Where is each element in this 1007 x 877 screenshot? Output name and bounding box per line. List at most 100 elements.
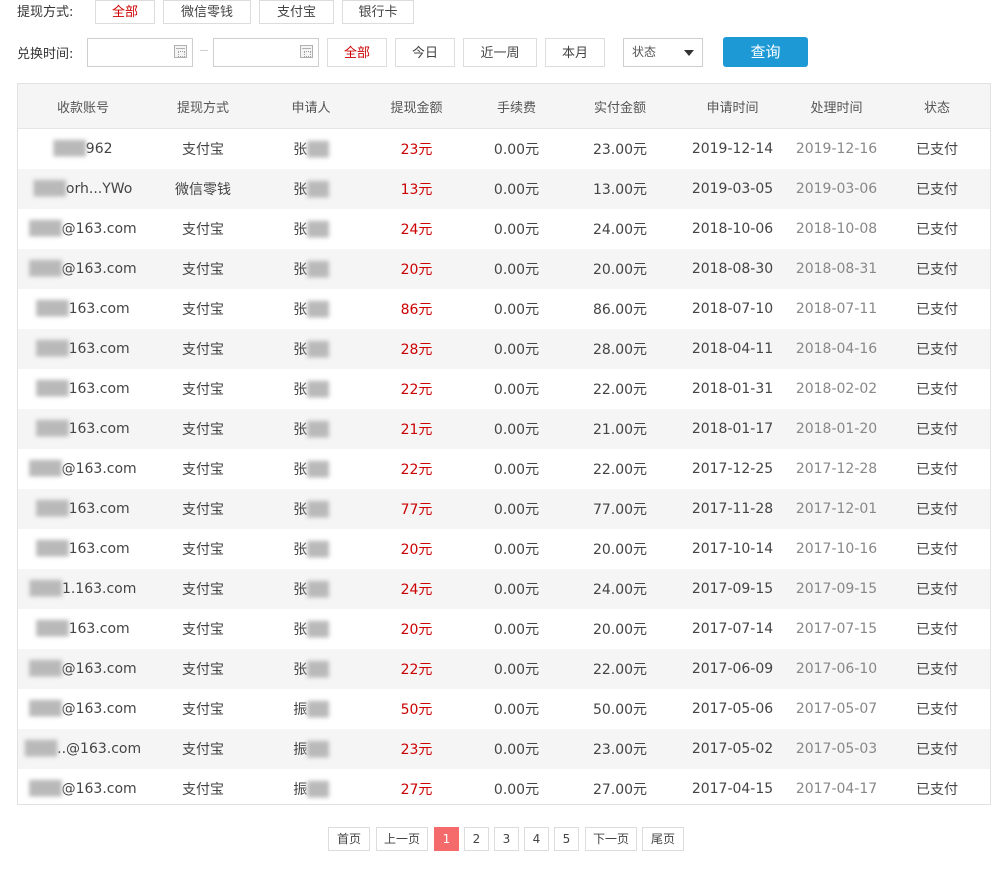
- cell-fee: 0.00元: [469, 729, 564, 769]
- page-1-button[interactable]: 1: [434, 827, 459, 851]
- calendar-icon[interactable]: [300, 45, 313, 58]
- calendar-icon[interactable]: [174, 45, 187, 58]
- cell-method: 微信零钱: [148, 169, 258, 209]
- cell-applicant: 振██: [258, 729, 364, 769]
- masked-text: ██: [307, 662, 329, 678]
- cell-status: 已支付: [884, 569, 990, 609]
- table-row: ███orh...YWo 微信零钱 张██ 13元 0.00元 13.00元 2019-03…: [18, 169, 990, 209]
- method-all-button[interactable]: 全部: [95, 0, 155, 24]
- table-row: ███163.com 支付宝 张██ 86元 0.00元 86.00元 2018-07-10…: [18, 289, 990, 329]
- status-select[interactable]: 状态: [623, 38, 703, 67]
- cell-status: 已支付: [916, 702, 958, 718]
- table-row: ███@163.com 支付宝 振██ 50元 0.00元 50.00元 2017-05-0…: [18, 689, 990, 729]
- cell-method: 支付宝: [182, 142, 224, 158]
- cell-account: ███..@163.com: [18, 729, 148, 769]
- start-date-input[interactable]: [87, 38, 193, 67]
- applicant-visible-text: 张: [293, 542, 308, 558]
- cell-paid: 27.00元: [592, 782, 648, 798]
- masked-text: ██: [307, 542, 329, 558]
- account-visible-text: @163.com: [61, 221, 137, 237]
- applicant-visible-text: 张: [293, 622, 308, 638]
- last-page-button[interactable]: 尾页: [642, 827, 684, 851]
- method-bankcard-button[interactable]: 银行卡: [342, 0, 414, 24]
- masked-text: ██: [307, 582, 329, 598]
- cell-status: 已支付: [884, 249, 990, 289]
- next-page-button[interactable]: 下一页: [585, 827, 637, 851]
- cell-method: 支付宝: [182, 542, 224, 558]
- masked-text: ██: [307, 462, 329, 478]
- account-visible-text: 163.com: [68, 381, 130, 397]
- cell-applicant: 张██: [258, 289, 364, 329]
- cell-paid: 24.00元: [564, 569, 676, 609]
- masked-text: ██: [307, 222, 329, 238]
- cell-amount: 20元: [400, 622, 433, 638]
- applicant-visible-text: 张: [293, 382, 308, 398]
- cell-account: ███163.com: [18, 289, 148, 329]
- method-alipay-button[interactable]: 支付宝: [259, 0, 334, 24]
- cell-amount: 86元: [400, 302, 433, 318]
- table-header-row: 收款账号 提现方式 申请人 提现金额 手续费 实付金额 申请时间 处理时间 状态: [18, 84, 990, 129]
- cell-status: 已支付: [884, 649, 990, 689]
- cell-applicant: 张██: [258, 129, 364, 170]
- cell-status: 已支付: [916, 542, 958, 558]
- page-2-button[interactable]: 2: [464, 827, 489, 851]
- time-all-button[interactable]: 全部: [327, 38, 387, 67]
- query-button[interactable]: 查询: [723, 37, 808, 67]
- applicant-visible-text: 张: [293, 262, 308, 278]
- table-row: ███..@163.com 支付宝 振██ 23元 0.00元 23.00元 2017-05…: [18, 729, 990, 769]
- page-4-button[interactable]: 4: [524, 827, 549, 851]
- cell-process-time: 2018-08-31: [789, 249, 884, 289]
- cell-process-time: 2017-10-16: [795, 541, 878, 557]
- masked-text: ███: [29, 701, 62, 717]
- cell-process-time: 2017-07-15: [795, 621, 878, 637]
- cell-amount: 13元: [364, 169, 469, 209]
- cell-paid: 21.00元: [564, 409, 676, 449]
- time-today-button[interactable]: 今日: [395, 38, 455, 67]
- cell-apply-time: 2017-04-15: [691, 781, 774, 797]
- cell-status: 已支付: [884, 489, 990, 529]
- masked-text: ██: [307, 702, 329, 718]
- cell-apply-time: 2017-05-02: [676, 729, 789, 769]
- account-visible-text: orh...YWo: [65, 181, 133, 197]
- cell-amount: 22元: [400, 462, 433, 478]
- method-wechat-button[interactable]: 微信零钱: [163, 0, 251, 24]
- cell-fee: 0.00元: [469, 249, 564, 289]
- page-3-button[interactable]: 3: [494, 827, 519, 851]
- cell-status: 已支付: [884, 729, 990, 769]
- table-row: ███163.com 支付宝 张██ 21元 0.00元 21.00元 2018-01-17…: [18, 409, 990, 449]
- table-row: ███@163.com 支付宝 张██ 20元 0.00元 20.00元 2018-08-3…: [18, 249, 990, 289]
- cell-status: 已支付: [916, 222, 958, 238]
- cell-account: ███163.com: [18, 489, 148, 529]
- cell-process-time: 2018-04-16: [789, 329, 884, 369]
- cell-method: 支付宝: [182, 222, 224, 238]
- prev-page-button[interactable]: 上一页: [376, 827, 428, 851]
- cell-paid: 77.00元: [564, 489, 676, 529]
- cell-amount: 27元: [400, 782, 433, 798]
- time-week-button[interactable]: 近一周: [463, 38, 537, 67]
- cell-process-time: 2018-10-08: [795, 221, 878, 237]
- cell-method: 支付宝: [182, 702, 224, 718]
- applicant-visible-text: 张: [293, 142, 308, 158]
- cell-applicant: 振██: [258, 689, 364, 729]
- cell-process-time: 2019-03-06: [789, 169, 884, 209]
- cell-account: ███orh...YWo: [18, 169, 148, 209]
- first-page-button[interactable]: 首页: [328, 827, 370, 851]
- masked-text: ███: [36, 381, 69, 397]
- col-header-apply-time: 申请时间: [676, 84, 789, 129]
- cell-account: ███163.com: [18, 329, 148, 369]
- masked-text: ███: [29, 661, 62, 677]
- page-5-button[interactable]: 5: [554, 827, 579, 851]
- cell-method: 支付宝: [182, 782, 224, 798]
- col-header-fee: 手续费: [469, 84, 564, 129]
- cell-account: ███962: [18, 129, 148, 170]
- end-date-input[interactable]: [213, 38, 319, 67]
- cell-method: 支付宝: [148, 329, 258, 369]
- cell-paid: 23.00元: [592, 142, 648, 158]
- table-row: ███163.com 支付宝 张██ 77元 0.00元 77.00元 2017-11-28…: [18, 489, 990, 529]
- time-month-button[interactable]: 本月: [545, 38, 605, 67]
- applicant-visible-text: 张: [293, 502, 308, 518]
- masked-text: ██: [307, 622, 329, 638]
- cell-method: 支付宝: [148, 409, 258, 449]
- table-row: ███163.com 支付宝 张██ 20元 0.00元 20.00元 2017-07-14…: [18, 609, 990, 649]
- cell-fee: 0.00元: [493, 142, 540, 158]
